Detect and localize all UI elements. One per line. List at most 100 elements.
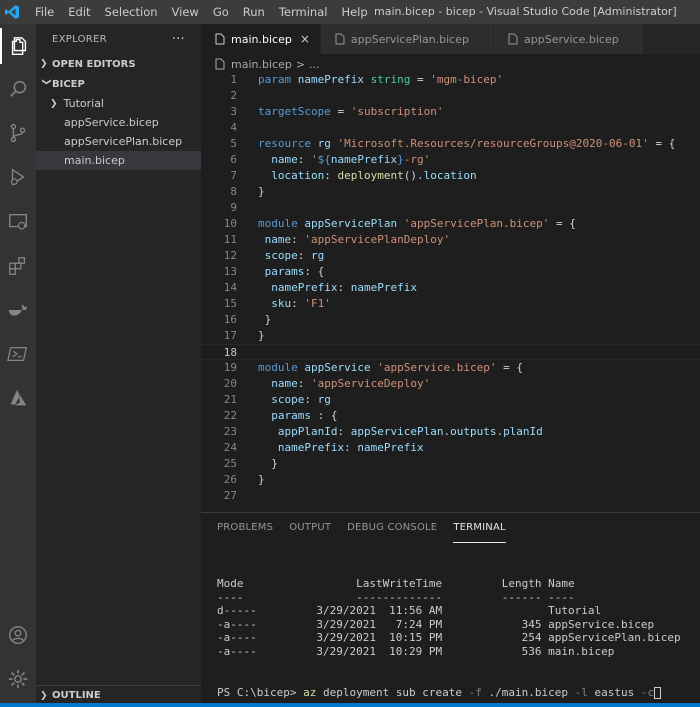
tree-item-appservice[interactable]: appService.bicep xyxy=(36,113,201,132)
tab-main-bicep[interactable]: main.bicep × xyxy=(201,24,321,54)
menu-selection[interactable]: Selection xyxy=(98,0,165,24)
menu-terminal[interactable]: Terminal xyxy=(272,0,335,24)
breadcrumb-file[interactable]: main.bicep xyxy=(231,58,292,71)
code-line[interactable]: 23 appPlanId: appServicePlan.outputs.pla… xyxy=(201,424,700,440)
bicep-file-icon xyxy=(508,33,518,45)
code-line[interactable]: 21 scope: rg xyxy=(201,392,700,408)
menu-run[interactable]: Run xyxy=(236,0,272,24)
code-line[interactable]: 5 resource rg 'Microsoft.Resources/resour… xyxy=(201,136,700,152)
search-icon[interactable] xyxy=(0,71,36,107)
more-actions-button[interactable]: ··· xyxy=(172,32,185,47)
menu-view[interactable]: View xyxy=(165,0,206,24)
command-text: deployment sub create xyxy=(316,686,469,699)
docker-icon[interactable] xyxy=(0,292,36,328)
open-editors-section[interactable]: ❯ OPEN EDITORS xyxy=(36,54,201,74)
line-number: 1 xyxy=(230,73,237,86)
code-line[interactable]: 18 xyxy=(201,344,700,360)
code-line[interactable]: 12 scope: rg xyxy=(201,248,700,264)
code-line[interactable]: 20 name: 'appServiceDeploy' xyxy=(201,376,700,392)
line-number: 3 xyxy=(230,105,237,118)
run-debug-icon[interactable] xyxy=(0,159,36,195)
code-line[interactable]: 17} xyxy=(201,328,700,344)
powershell-icon[interactable] xyxy=(0,336,36,372)
terminal-line: ---- ------------- ------ ---- xyxy=(217,590,575,604)
menu-help[interactable]: Help xyxy=(334,0,374,24)
code-text: scope: rg xyxy=(271,393,331,406)
tab-label: appService.bicep xyxy=(524,32,619,46)
remote-explorer-icon[interactable] xyxy=(0,204,36,240)
code-text: } xyxy=(258,313,272,326)
code-line[interactable]: 27 xyxy=(201,488,700,504)
code-text: appPlanId: appServicePlan.outputs.planId xyxy=(277,425,543,438)
tab-terminal[interactable]: TERMINAL xyxy=(453,513,506,543)
code-line[interactable]: 19 module appService 'appService.bicep' =… xyxy=(201,360,700,376)
terminal-prompt[interactable]: PS C:\bicep> az deployment sub create -f… xyxy=(217,686,662,699)
line-number: 24 xyxy=(223,441,237,454)
code-text: name: 'appServiceDeploy' xyxy=(271,377,431,390)
bicep-folder-section[interactable]: ❯ BICEP xyxy=(36,74,201,94)
explorer-title: EXPLORER xyxy=(52,33,107,45)
code-line[interactable]: 4 xyxy=(201,120,700,136)
tree-item-main[interactable]: main.bicep xyxy=(36,151,201,170)
code-line[interactable]: 24 namePrefix: namePrefix xyxy=(201,440,700,456)
code-text: param namePrefix string = 'mgm-bicep' xyxy=(258,73,504,86)
code-text: scope: rg xyxy=(264,249,325,262)
breadcrumb-symbols[interactable]: ... xyxy=(309,58,320,71)
line-number: 10 xyxy=(223,217,237,230)
command-flag: -f xyxy=(468,686,482,699)
extensions-icon[interactable] xyxy=(0,248,36,284)
code-editor[interactable]: 1 param namePrefix string = 'mgm-bicep' 2 3… xyxy=(201,72,700,512)
tree-item-tutorial[interactable]: ❯ Tutorial xyxy=(36,94,201,113)
code-line[interactable]: 26} xyxy=(201,472,700,488)
code-line[interactable]: 22 params : { xyxy=(201,408,700,424)
code-line[interactable]: 2 xyxy=(201,88,700,104)
bicep-file-icon xyxy=(335,33,345,45)
menu-go[interactable]: Go xyxy=(206,0,236,24)
code-line[interactable]: 3 targetScope = 'subscription' xyxy=(201,104,700,120)
line-number: 2 xyxy=(230,89,237,102)
tree-item-appserviceplan[interactable]: appServicePlan.bicep xyxy=(36,132,201,151)
line-number: 21 xyxy=(223,393,237,406)
tree-item-label: main.bicep xyxy=(64,154,125,167)
code-line[interactable]: 9 xyxy=(201,200,700,216)
bicep-folder-label: BICEP xyxy=(52,78,85,90)
code-line[interactable]: 14 namePrefix: namePrefix xyxy=(201,280,700,296)
code-line[interactable]: 15 sku: 'F1' xyxy=(201,296,700,312)
status-bar xyxy=(0,703,700,707)
line-number: 8 xyxy=(230,185,237,198)
manage-gear-icon[interactable] xyxy=(0,661,36,697)
code-line[interactable]: 7 location: deployment().location xyxy=(201,168,700,184)
explorer-sidebar: EXPLORER ··· ❯ OPEN EDITORS ❯ BICEP ❯ Tu… xyxy=(36,24,201,707)
tab-output[interactable]: OUTPUT xyxy=(289,513,331,543)
menu-edit[interactable]: Edit xyxy=(61,0,97,24)
menu-file[interactable]: File xyxy=(28,0,61,24)
code-line[interactable]: 10 module appServicePlan 'appServicePlan.… xyxy=(201,216,700,232)
line-number: 25 xyxy=(223,457,237,470)
code-line[interactable]: 25 } xyxy=(201,456,700,472)
menu-bar: File Edit Selection View Go Run Terminal… xyxy=(28,0,375,24)
tab-appservice-bicep[interactable]: appService.bicep xyxy=(494,24,644,54)
code-line[interactable]: 6 name: '${namePrefix}-rg' xyxy=(201,152,700,168)
line-number: 27 xyxy=(223,489,237,502)
tab-problems[interactable]: PROBLEMS xyxy=(217,513,273,543)
explorer-icon[interactable] xyxy=(0,28,36,64)
code-text: targetScope = 'subscription' xyxy=(258,105,444,118)
source-control-icon[interactable] xyxy=(0,115,36,151)
code-line[interactable]: 13 params: { xyxy=(201,264,700,280)
close-tab-icon[interactable]: × xyxy=(300,32,310,46)
outline-section[interactable]: ❯ OUTLINE xyxy=(36,685,201,705)
tab-appserviceplan-bicep[interactable]: appServicePlan.bicep xyxy=(320,24,494,54)
outline-label: OUTLINE xyxy=(52,690,101,701)
code-line[interactable]: 1 param namePrefix string = 'mgm-bicep' xyxy=(201,72,700,88)
code-line[interactable]: 16 } xyxy=(201,312,700,328)
command-arg: ./main.bicep xyxy=(481,686,575,699)
command-name: az xyxy=(303,686,317,699)
line-number: 7 xyxy=(230,169,237,182)
account-icon[interactable] xyxy=(0,617,36,653)
tab-debug-console[interactable]: DEBUG CONSOLE xyxy=(347,513,437,543)
code-line[interactable]: 8} xyxy=(201,184,700,200)
breadcrumb: main.bicep > ... xyxy=(201,54,700,74)
explorer-header: EXPLORER ··· xyxy=(36,24,201,54)
azure-icon[interactable] xyxy=(0,380,36,416)
code-line[interactable]: 11 name: 'appServicePlanDeploy' xyxy=(201,232,700,248)
